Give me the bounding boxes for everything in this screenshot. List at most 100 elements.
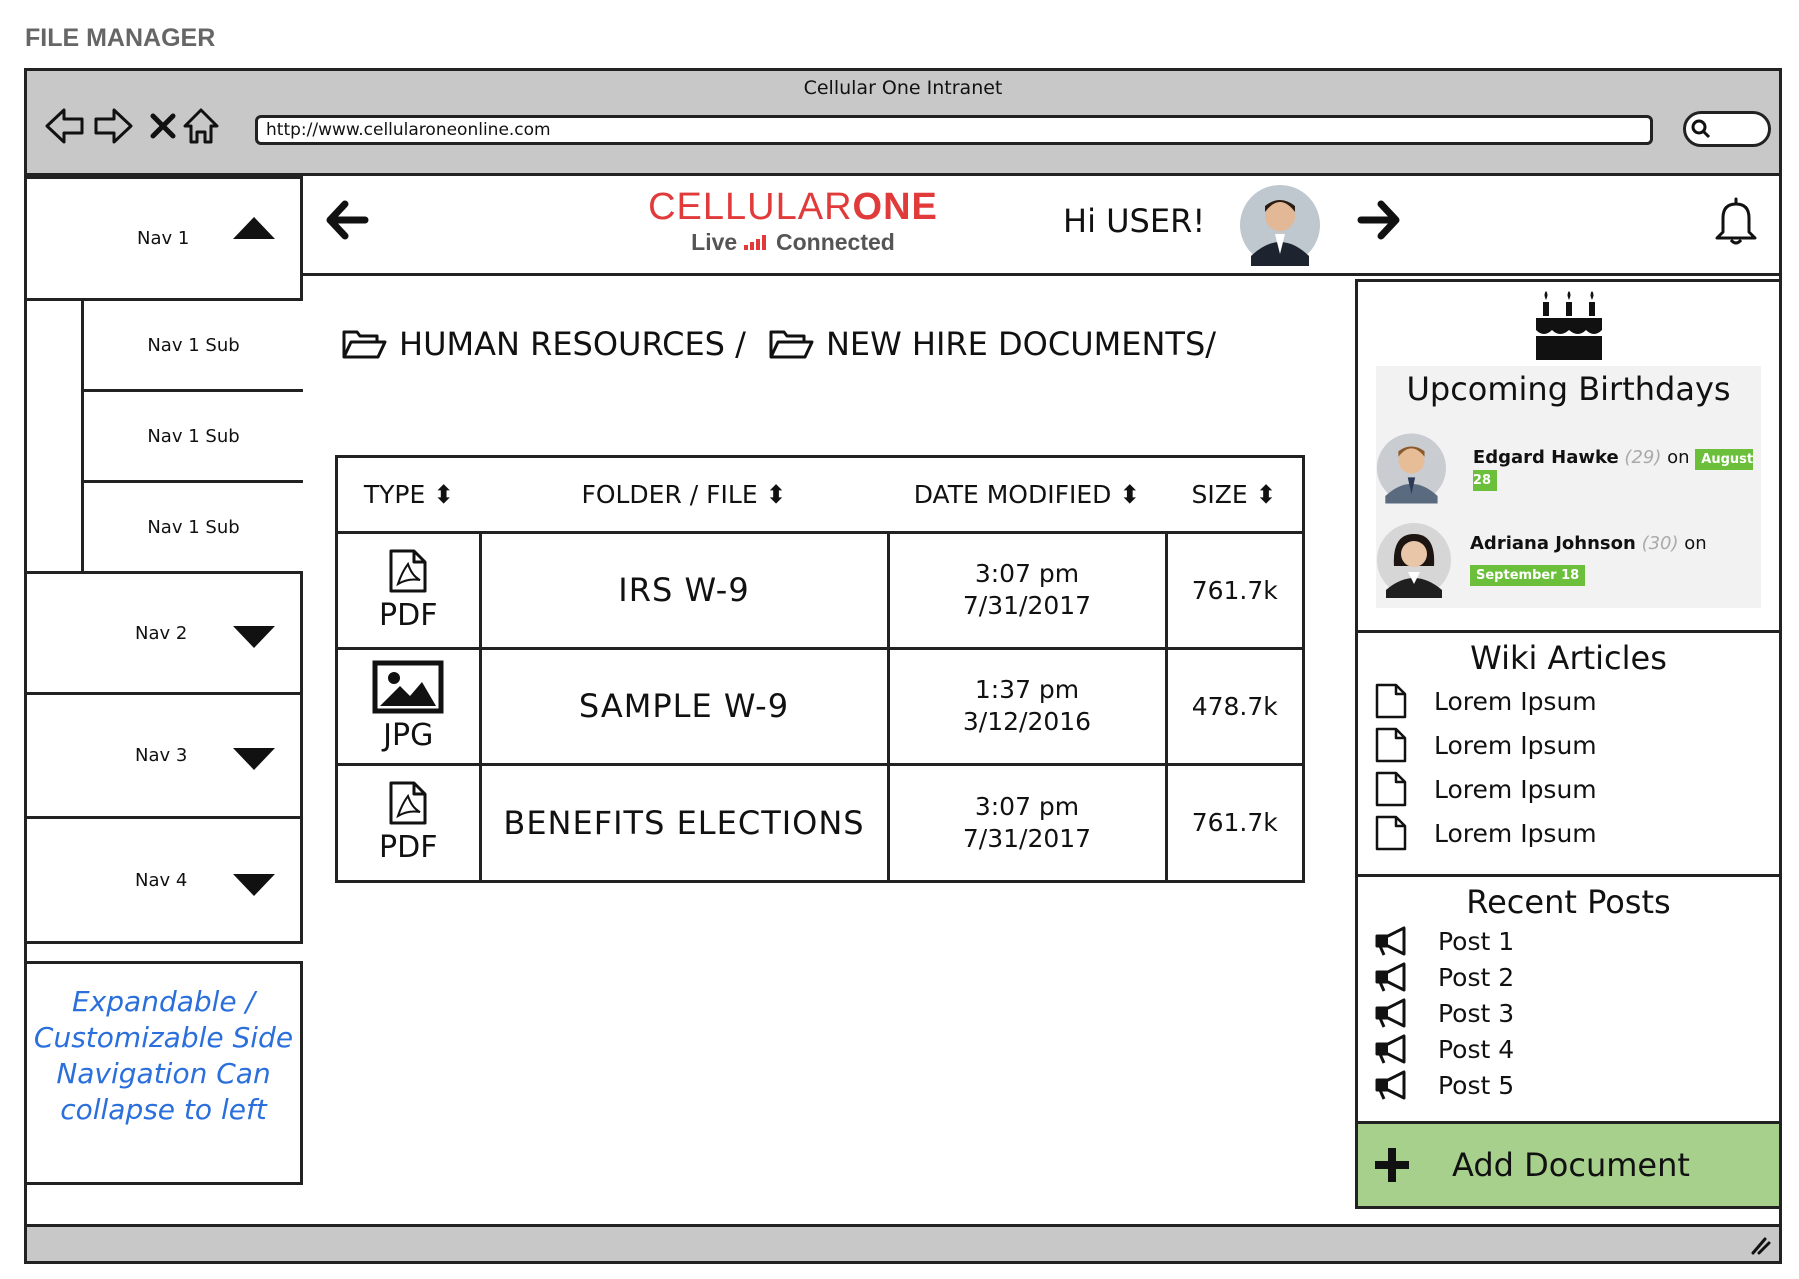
header-label: SIZE [1191, 479, 1248, 509]
birthday-name: Adriana Johnson [1470, 533, 1636, 554]
file-name[interactable]: IRS W-9 [478, 530, 890, 650]
time-text: 1:37 pm [974, 675, 1080, 704]
folder-open-icon [769, 330, 814, 359]
post-link[interactable]: Post 2 [1374, 959, 1763, 995]
megaphone-icon [1375, 1034, 1406, 1064]
megaphone-icon [1375, 962, 1406, 992]
home-icon[interactable] [177, 101, 225, 151]
browser-status-bar [27, 1224, 1779, 1261]
wiki-article-link[interactable]: Lorem Ipsum [1374, 767, 1763, 811]
resize-handle-icon[interactable] [1749, 1235, 1771, 1255]
back-arrow-icon[interactable] [41, 101, 89, 151]
table-row[interactable]: PDF BENEFITS ELECTIONS 3:07 pm 7/31/2017 … [336, 762, 1304, 882]
breadcrumb-item[interactable]: HUMAN RESOURCES / [399, 325, 746, 363]
birthday-entry: Edgard Hawke (29) on August 28 [1376, 430, 1761, 506]
avatar [1377, 523, 1451, 598]
main-content: HUMAN RESOURCES / NEW HIRE DOCUMENTS/ TY… [303, 279, 1353, 1219]
wiki-article-label: Lorem Ipsum [1434, 774, 1597, 804]
birthday-date-badge: September 18 [1470, 565, 1586, 586]
wiki-article-link[interactable]: Lorem Ipsum [1374, 723, 1763, 767]
user-greeting: Hi USER! [1063, 202, 1206, 240]
wiki-title: Wiki Articles [1470, 639, 1667, 677]
size-cell: 761.7k [1164, 530, 1304, 650]
file-table-frame: TYPE ⬍ FOLDER / FILE ⬍ DATE MODIFIED ⬍ S… [335, 455, 1305, 883]
page-title: FILE MANAGER [25, 24, 216, 52]
forward-arrow-icon[interactable] [1357, 198, 1401, 246]
column-header-size[interactable]: SIZE ⬍ [1166, 458, 1302, 534]
posts-title: Recent Posts [1466, 883, 1671, 921]
user-avatar[interactable] [1239, 184, 1321, 270]
type-label: PDF [379, 830, 438, 866]
right-sidebar: Upcoming Birthdays Edgard Hawke (29) on … [1355, 279, 1779, 1219]
nav-sub-item[interactable]: Nav 1 Sub [81, 298, 303, 392]
breadcrumb: HUMAN RESOURCES / NEW HIRE DOCUMENTS/ [341, 325, 1216, 363]
nav-sub-item[interactable]: Nav 1 Sub [81, 480, 303, 574]
type-label: PDF [379, 597, 438, 633]
pdf-file-icon [389, 549, 427, 592]
birthdays-panel: Upcoming Birthdays Edgard Hawke (29) on … [1355, 279, 1779, 633]
document-icon [1375, 771, 1407, 807]
column-header-date[interactable]: DATE MODIFIED ⬍ [888, 458, 1166, 534]
bell-icon[interactable] [1713, 196, 1759, 250]
forward-arrow-icon[interactable] [89, 101, 137, 151]
date-cell: 3:07 pm 7/31/2017 [886, 530, 1168, 650]
size-cell: 478.7k [1164, 646, 1304, 766]
nav-item-4[interactable]: Nav 4 [27, 816, 303, 944]
table-row[interactable]: JPG SAMPLE W-9 1:37 pm 3/12/2016 478.7k [336, 646, 1304, 766]
column-header-type[interactable]: TYPE ⬍ [338, 458, 480, 534]
browser-search-field[interactable] [1683, 111, 1771, 147]
post-link[interactable]: Post 5 [1374, 1067, 1763, 1103]
avatar [1376, 433, 1446, 504]
sidebar-note: Expandable / Customizable Side Navigatio… [27, 961, 303, 1185]
company-logo: CELLULARONE Live Connected [643, 186, 943, 256]
nav-label: Nav 2 [135, 622, 188, 644]
plus-icon [1375, 1148, 1409, 1182]
add-document-button[interactable]: Add Document [1355, 1121, 1779, 1209]
post-link[interactable]: Post 1 [1374, 923, 1763, 959]
birthdays-title: Upcoming Birthdays [1406, 370, 1731, 408]
signal-bars-icon [743, 235, 766, 250]
url-bar[interactable]: http://www.cellularoneonline.com [255, 115, 1653, 145]
nav-item-1[interactable]: Nav 1 [27, 176, 303, 301]
wiki-article-label: Lorem Ipsum [1434, 730, 1597, 760]
post-link[interactable]: Post 3 [1374, 995, 1763, 1031]
window-title: Cellular One Intranet [803, 77, 1003, 99]
wiki-article-link[interactable]: Lorem Ipsum [1374, 811, 1763, 855]
add-document-label: Add Document [1452, 1146, 1690, 1184]
file-table: TYPE ⬍ FOLDER / FILE ⬍ DATE MODIFIED ⬍ S… [336, 458, 1304, 882]
caret-down-icon [233, 874, 275, 896]
sort-icon: ⬍ [433, 479, 455, 509]
sort-icon: ⬍ [765, 479, 787, 509]
logo-tag-left: Live [691, 229, 738, 255]
post-link[interactable]: Post 4 [1374, 1031, 1763, 1067]
caret-down-icon [233, 748, 275, 770]
pdf-file-icon [389, 781, 427, 825]
wiki-article-label: Lorem Ipsum [1434, 818, 1597, 848]
birthday-age: (30) [1641, 533, 1679, 554]
nav-label: Nav 3 [135, 745, 188, 766]
date-cell: 3:07 pm 7/31/2017 [886, 762, 1168, 882]
type-cell: PDF [336, 530, 482, 650]
nav-item-3[interactable]: Nav 3 [27, 692, 303, 819]
search-icon [1691, 119, 1711, 139]
megaphone-icon [1375, 1070, 1406, 1100]
logo-main-text: CELLULAR [648, 186, 853, 228]
megaphone-icon [1375, 926, 1406, 956]
nav-sub-item[interactable]: Nav 1 Sub [81, 389, 303, 483]
post-label: Post 4 [1438, 1034, 1515, 1064]
breadcrumb-item[interactable]: NEW HIRE DOCUMENTS/ [826, 325, 1216, 363]
date-text: 3/12/2016 [962, 707, 1092, 736]
file-name[interactable]: BENEFITS ELECTIONS [478, 762, 890, 882]
post-label: Post 3 [1438, 998, 1515, 1028]
column-header-name[interactable]: FOLDER / FILE ⬍ [480, 458, 888, 534]
back-arrow-icon[interactable] [325, 198, 369, 246]
browser-window: Cellular One Intranet http://www.cellula… [24, 68, 1782, 1264]
header-label: DATE MODIFIED [913, 479, 1112, 509]
nav-item-2[interactable]: Nav 2 [27, 571, 303, 695]
table-row[interactable]: PDF IRS W-9 3:07 pm 7/31/2017 761.7k [336, 530, 1304, 650]
file-name[interactable]: SAMPLE W-9 [478, 646, 890, 766]
browser-chrome: Cellular One Intranet http://www.cellula… [27, 71, 1779, 176]
header-label: TYPE [363, 479, 426, 509]
wiki-article-link[interactable]: Lorem Ipsum [1374, 679, 1763, 723]
recent-posts-panel: Recent Posts Post 1 Post 2 Post 3 Post 4… [1355, 874, 1779, 1124]
